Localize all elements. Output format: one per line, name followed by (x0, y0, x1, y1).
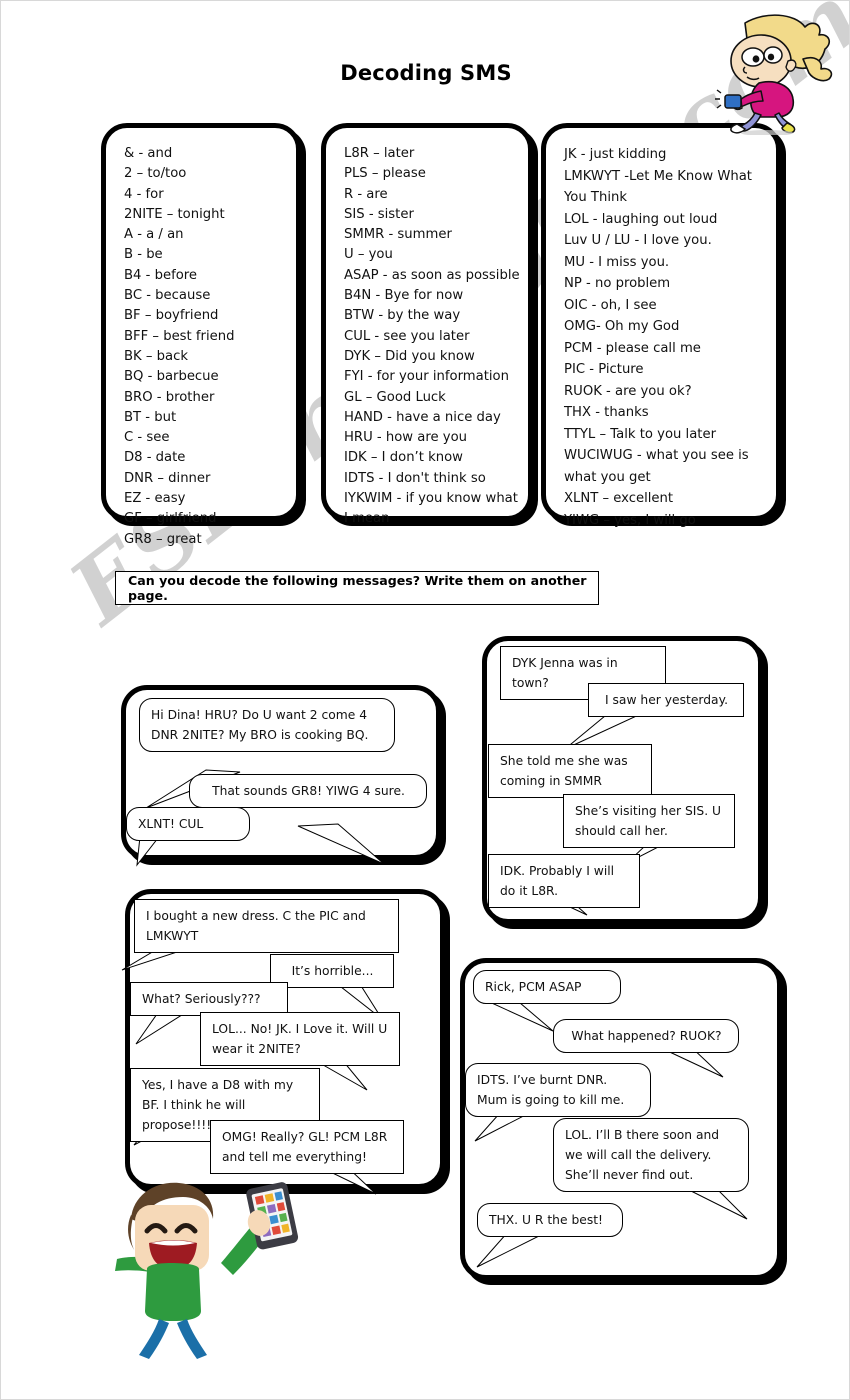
abbreviation-entry: D8 - date (124, 450, 186, 466)
abbreviation-entry: DNR – dinner (124, 470, 211, 486)
abbreviation-entry: RUOK - are you ok? (564, 383, 692, 399)
speech-bubble: LOL... No! JK. I Love it. Will U wear it… (200, 1012, 400, 1066)
speech-bubble: She told me she was coming in SMMR (488, 744, 652, 798)
conversation-panel-3: I bought a new dress. C the PIC and LMKW… (121, 889, 445, 1195)
abbreviation-entry: CUL - see you later (344, 328, 470, 344)
abbreviation-entry: OMG- Oh my God (564, 319, 680, 334)
abbreviation-entry: U – you (344, 247, 393, 263)
abbreviation-entry: JK - just kidding (564, 147, 667, 162)
abbreviation-entry: NP - no problem (564, 276, 671, 291)
abbreviation-entry: DYK – Did you know (344, 348, 475, 364)
worksheet-page: ESLprintables.com Decoding SMS (0, 0, 850, 1400)
abbreviation-entry: XLNT – excellent (564, 491, 674, 506)
speech-bubble: Rick, PCM ASAP (473, 970, 621, 1004)
abbreviation-entry: EZ - easy (124, 491, 186, 507)
instruction-box: Can you decode the following messages? W… (115, 571, 599, 605)
abbreviation-entry: BFF – best friend (124, 328, 235, 344)
abbreviation-list-2: L8R – later PLS – please R - are SIS - sist… (344, 144, 520, 530)
abbreviation-entry: GR8 – great (124, 531, 202, 547)
abbreviation-entry: B - be (124, 247, 163, 263)
abbreviation-entry: A - a / an (124, 227, 184, 243)
boy-with-smartphone-clipart (113, 1179, 303, 1359)
abbreviation-entry: SMMR - summer (344, 227, 452, 243)
abbreviation-entry: SIS - sister (344, 206, 414, 222)
speech-bubble: It’s horrible... (270, 954, 394, 988)
abbreviation-entry: IDK – I don’t know (344, 450, 463, 466)
abbreviation-entry: PCM - please call me (564, 340, 701, 356)
abbreviation-entry: C - see (124, 430, 170, 446)
abbreviation-entry: BC - because (124, 288, 211, 304)
abbreviation-entry: MU - I miss you. (564, 254, 670, 270)
abbreviation-entry: IDTS - I don't think so (344, 470, 486, 486)
abbreviation-entry: FYI - for your information (344, 369, 509, 385)
abbreviation-entry: B4 - before (124, 267, 198, 283)
abbreviation-entry: BRO - brother (124, 389, 215, 405)
abbreviation-column-3: JK - just kidding LMKWYT -Let Me Know Wha… (541, 123, 781, 528)
speech-bubble: Hi Dina! HRU? Do U want 2 come 4 DNR 2NI… (139, 698, 395, 752)
abbreviation-entry: BT - but (124, 409, 177, 425)
abbreviation-entry: GF – girlfriend (124, 511, 217, 527)
abbreviation-entry: YIWG – yes, I will go (564, 512, 696, 528)
abbreviation-entry: L8R – later (344, 146, 415, 161)
conversation-panel-4: Rick, PCM ASAP What happened? RUOK? IDTS… (460, 958, 782, 1280)
abbreviation-entry: GL – Good Luck (344, 389, 446, 405)
conversation-panel-2: DYK Jenna was in town? I saw her yesterd… (482, 636, 763, 924)
bubble-tail (476, 1231, 553, 1271)
abbreviation-entry: LOL - laughing out loud (564, 211, 718, 227)
abbreviation-entry: THX - thanks (564, 405, 649, 420)
abbreviation-list-3: JK - just kidding LMKWYT -Let Me Know Wha… (564, 144, 768, 531)
speech-bubble: THX. U R the best! (477, 1203, 623, 1237)
speech-bubble: OMG! Really? GL! PCM L8R and tell me eve… (210, 1120, 404, 1174)
bubble-tail (288, 822, 388, 866)
abbreviation-entry: BQ - barbecue (124, 369, 219, 385)
abbreviation-entry: Luv U / LU - I love you. (564, 233, 712, 248)
abbreviation-entry: LMKWYT -Let Me Know What You Think (564, 168, 757, 206)
conversation-panel-1: Hi Dina! HRU? Do U want 2 come 4 DNR 2NI… (121, 685, 441, 867)
abbreviation-entry: PLS – please (344, 166, 426, 182)
abbreviation-entry: 4 - for (124, 186, 164, 202)
girl-texting-clipart (687, 13, 837, 135)
abbreviation-entry: BK – back (124, 348, 189, 364)
abbreviation-list-1: & - and 2 – to/too 4 - for 2NITE – tonight A… (124, 144, 288, 550)
abbreviation-entry: BF – boyfriend (124, 308, 219, 324)
abbreviation-entry: PIC - Picture (564, 362, 644, 377)
abbreviation-entry: IYKWIM - if you know what I mean (344, 491, 523, 527)
abbreviation-entry: OIC - oh, I see (564, 297, 657, 313)
abbreviation-column-1: & - and 2 – to/too 4 - for 2NITE – tonight A… (101, 123, 301, 547)
speech-bubble: She’s visiting her SIS. U should call he… (563, 794, 735, 848)
abbreviation-entry: ASAP - as soon as possible (344, 267, 520, 283)
abbreviation-entry: R - are (344, 186, 388, 202)
abbreviation-entry: B4N - Bye for now (344, 288, 464, 304)
speech-bubble: XLNT! CUL (126, 807, 250, 841)
abbreviation-column-2: L8R – later PLS – please R - are SIS - sist… (321, 123, 533, 526)
speech-bubble: What happened? RUOK? (553, 1019, 739, 1053)
speech-bubble: IDTS. I’ve burnt DNR. Mum is going to ki… (465, 1063, 651, 1117)
speech-bubble: What? Seriously??? (130, 982, 288, 1016)
speech-bubble: I saw her yesterday. (588, 683, 744, 717)
speech-bubble: That sounds GR8! YIWG 4 sure. (189, 774, 427, 808)
abbreviation-entry: 2NITE – tonight (124, 206, 225, 222)
abbreviation-entry: 2 – to/too (124, 166, 187, 182)
speech-bubble: I bought a new dress. C the PIC and LMKW… (134, 899, 399, 953)
speech-bubble: IDK. Probably I will do it L8R. (488, 854, 640, 908)
instruction-text: Can you decode the following messages? W… (128, 573, 587, 603)
abbreviation-entry: TTYL – Talk to you later (564, 426, 717, 442)
speech-bubble: LOL. I’ll B there soon and we will call … (553, 1118, 749, 1192)
abbreviation-entry: BTW - by the way (344, 308, 461, 324)
abbreviation-entry: WUCIWUG - what you see is what you get (564, 448, 753, 485)
abbreviation-entry: HRU - how are you (344, 430, 468, 446)
abbreviation-entry: HAND - have a nice day (344, 409, 501, 425)
abbreviation-entry: & - and (124, 146, 173, 161)
